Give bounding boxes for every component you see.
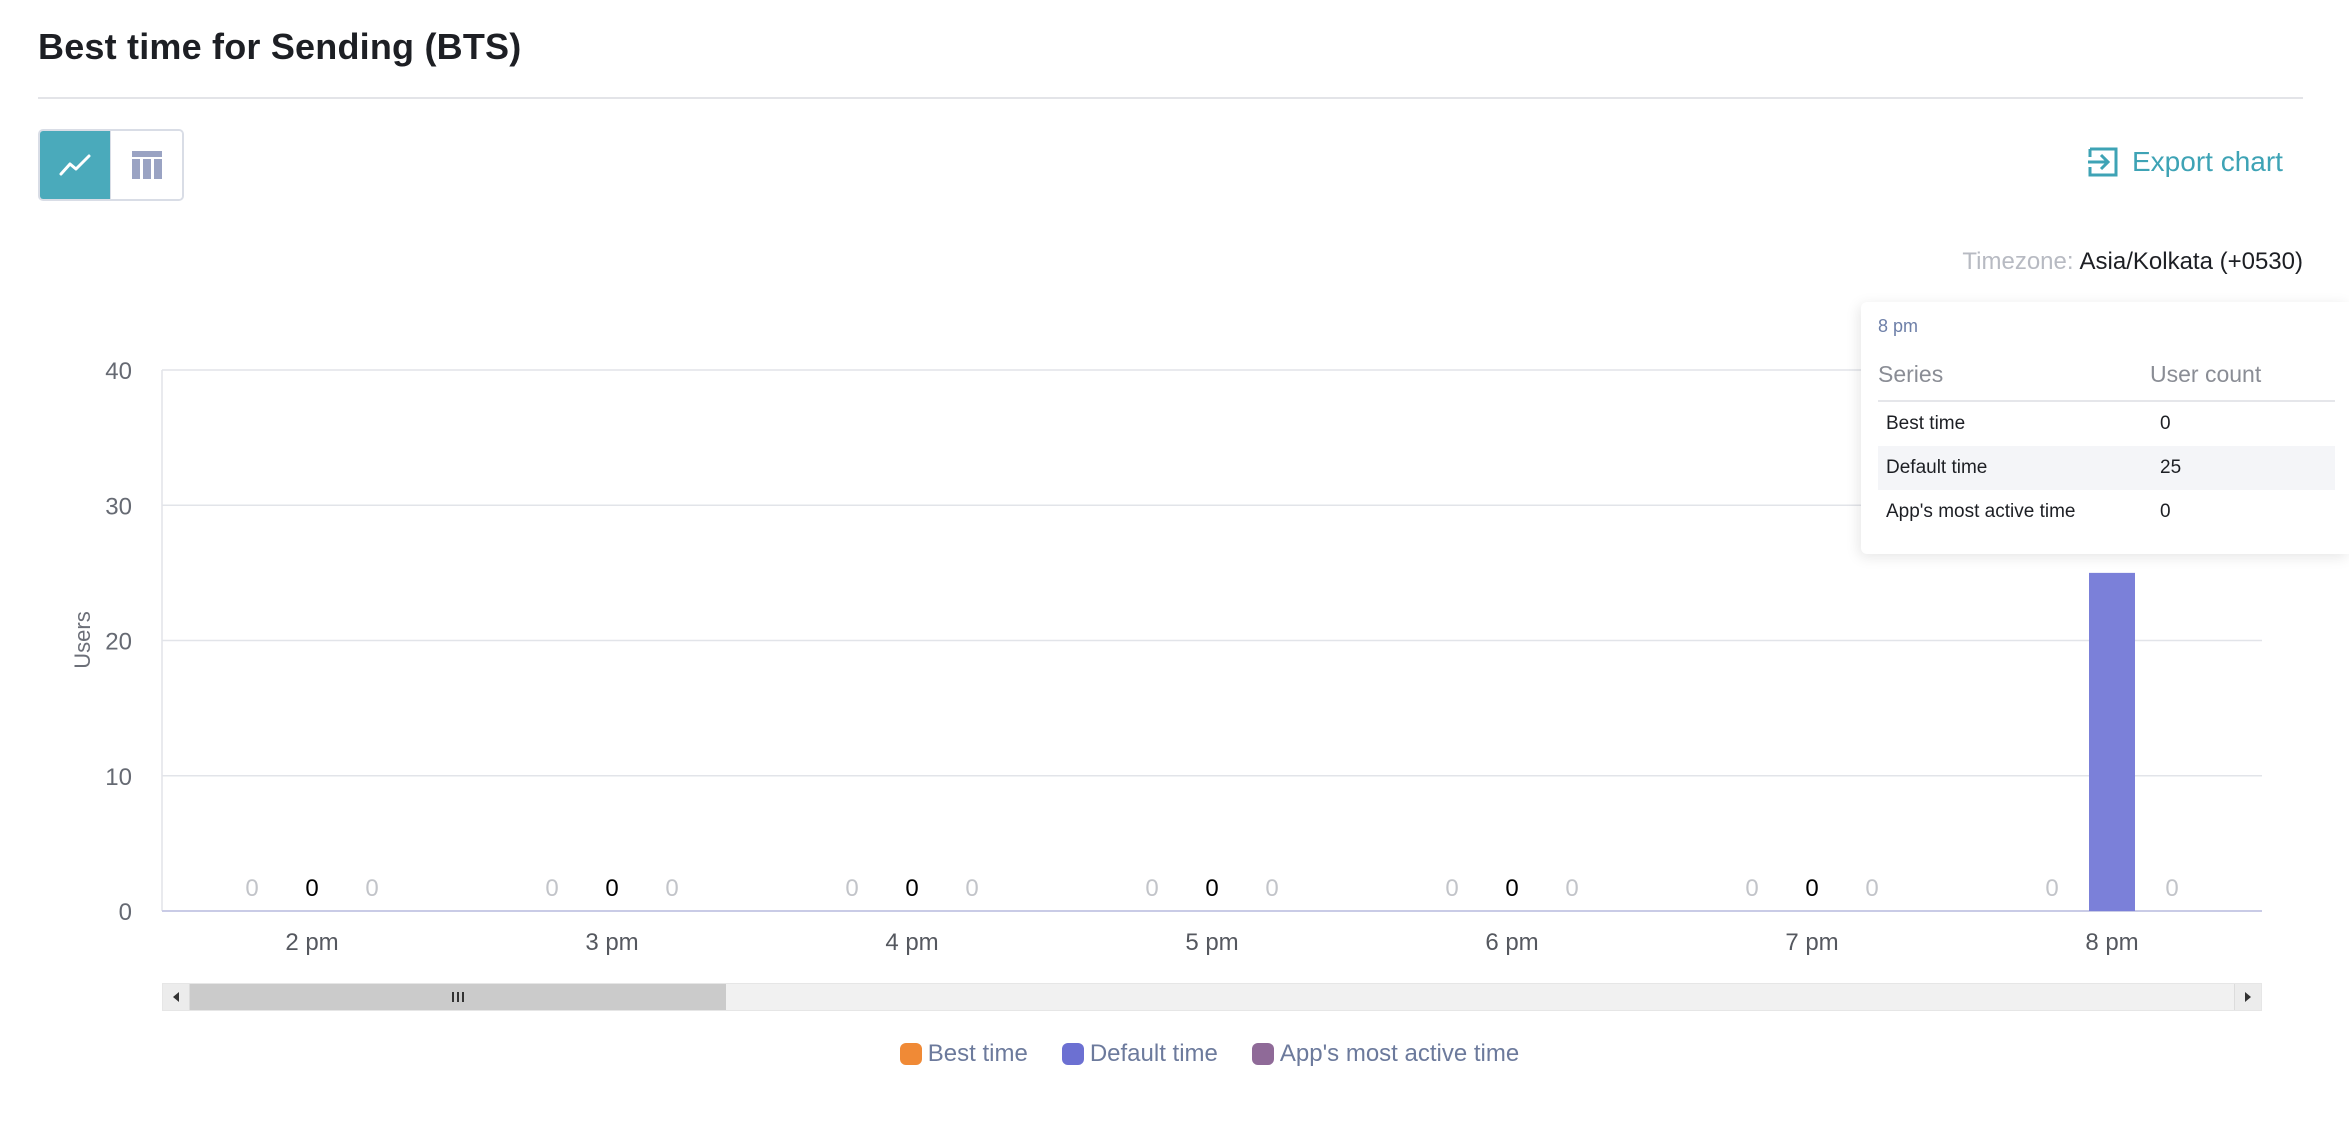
data-label: 0 [1145, 875, 1158, 902]
x-tick-label: 7 pm [1785, 929, 1838, 956]
y-tick-label: 10 [105, 764, 132, 791]
data-label: 0 [245, 875, 258, 902]
data-label: 0 [1205, 875, 1218, 902]
legend-swatch [1061, 1043, 1084, 1065]
x-tick-label: 2 pm [285, 929, 338, 956]
legend-swatch [899, 1043, 922, 1065]
legend-item-app-active-time[interactable]: App's most active time [1251, 1040, 1520, 1068]
y-axis-title: Users [70, 611, 95, 668]
x-tick-label: 3 pm [585, 929, 638, 956]
tooltip-row-series: Default time [1886, 457, 1988, 478]
data-label: 0 [1745, 875, 1758, 902]
x-tick-label: 8 pm [2085, 929, 2138, 956]
chart-legend: Best time Default time App's most active… [0, 1040, 2349, 1068]
data-label: 0 [1805, 875, 1818, 902]
data-label: 0 [1565, 875, 1578, 902]
legend-item-best-time[interactable]: Best time [899, 1040, 1028, 1068]
legend-label: Default time [1089, 1040, 1218, 1067]
data-label: 0 [305, 875, 318, 902]
data-label: 0 [365, 875, 378, 902]
tooltip-row-series: App's most active time [1886, 501, 2076, 522]
bar-1 [2089, 572, 2135, 911]
legend-item-default-time[interactable]: Default time [1061, 1040, 1218, 1068]
data-label: 0 [665, 875, 678, 902]
scroll-right-arrow-icon[interactable] [2234, 984, 2261, 1010]
data-label: 0 [2045, 875, 2058, 902]
grip-icon [452, 992, 464, 1002]
data-label: 0 [545, 875, 558, 902]
tooltip-row-count: 0 [2160, 413, 2171, 434]
chart-tooltip: 8 pm Series User count Best time 0 Defau… [1861, 302, 2349, 554]
data-label: 0 [1265, 875, 1278, 902]
x-tick-label: 6 pm [1485, 929, 1538, 956]
tooltip-title: 8 pm [1878, 316, 1919, 336]
legend-label: Best time [927, 1040, 1028, 1067]
tooltip-row-count: 0 [2160, 501, 2171, 522]
legend-label: App's most active time [1279, 1040, 1520, 1067]
scrollbar-thumb[interactable] [190, 984, 726, 1010]
data-label: 0 [1445, 875, 1458, 902]
tooltip-row: Default time 25 [1878, 446, 2335, 490]
tooltip-header: Series User count [1878, 361, 2335, 402]
tooltip-col-count: User count [2150, 361, 2262, 387]
data-label: 0 [2165, 875, 2178, 902]
tooltip-row-count: 25 [2160, 457, 2182, 478]
legend-swatch [1251, 1043, 1274, 1065]
x-tick-label: 5 pm [1185, 929, 1238, 956]
data-label: 0 [605, 875, 618, 902]
data-label: 0 [1865, 875, 1878, 902]
data-label: 0 [905, 875, 918, 902]
tooltip-row: App's most active time 0 [1878, 490, 2335, 534]
tooltip-row: Best time 0 [1878, 402, 2335, 446]
scroll-left-arrow-icon[interactable] [163, 984, 190, 1010]
data-label: 0 [845, 875, 858, 902]
y-tick-label: 40 [105, 358, 132, 385]
tooltip-row-series: Best time [1886, 413, 1966, 434]
tooltip-col-series: Series [1878, 361, 1944, 387]
chart-scrollbar[interactable] [162, 983, 2262, 1011]
y-tick-label: 0 [119, 899, 132, 926]
x-tick-label: 4 pm [885, 929, 938, 956]
data-label: 0 [1505, 875, 1518, 902]
data-label: 0 [965, 875, 978, 902]
y-tick-label: 30 [105, 493, 132, 520]
y-tick-label: 20 [105, 629, 132, 656]
